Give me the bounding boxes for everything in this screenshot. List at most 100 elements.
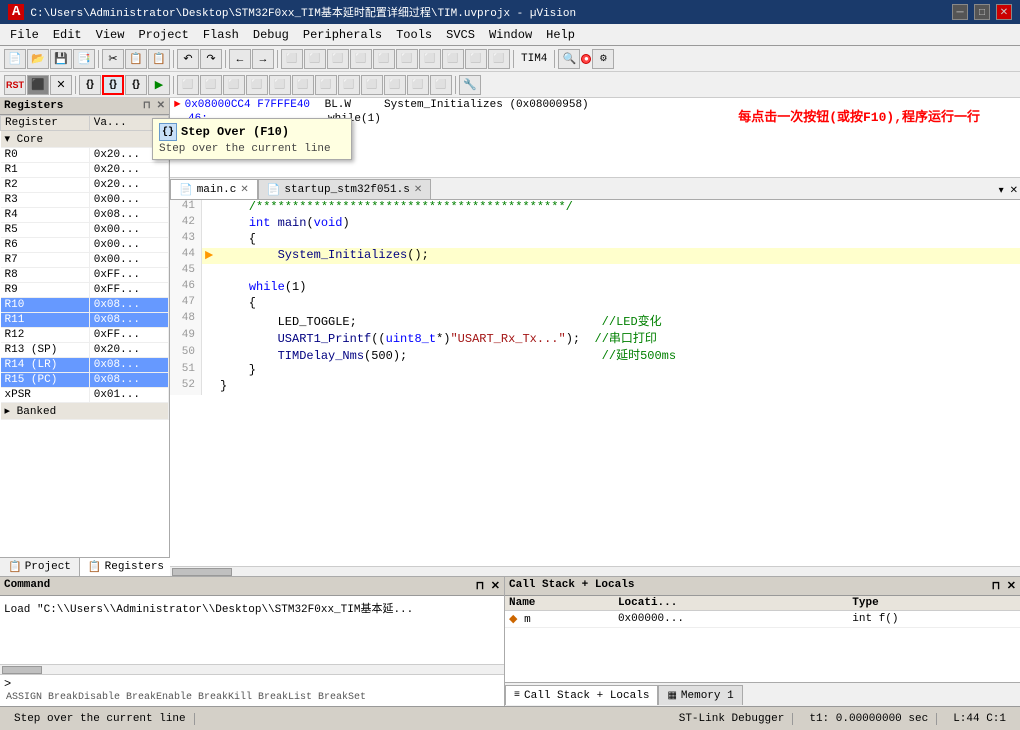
code-line-49: 49 USART1_Printf((uint8_t*)"USART_Rx_Tx.… xyxy=(170,329,1020,346)
reg-value: 0x08... xyxy=(89,358,168,373)
startup-close[interactable]: ✕ xyxy=(414,184,422,196)
reg-value: 0x20... xyxy=(89,343,168,358)
breakpoint-btn8[interactable]: ⬜ xyxy=(442,49,464,69)
reset-btn[interactable]: RST xyxy=(4,75,26,95)
menu-project[interactable]: Project xyxy=(132,26,194,44)
command-load-text: Load "C:\\Users\\Administrator\\Desktop\… xyxy=(4,604,413,616)
cmd-pin-icon[interactable]: ⊓ ✕ xyxy=(476,579,500,593)
show-callstack-btn[interactable]: ⬜ xyxy=(269,75,291,95)
code-line-51: 51 } xyxy=(170,363,1020,379)
cmd-scroll-thumb[interactable] xyxy=(2,666,42,674)
command-panel: Command ⊓ ✕ Load "C:\\Users\\Administrat… xyxy=(0,577,505,706)
open-btn[interactable]: 📂 xyxy=(27,49,49,69)
stop-btn[interactable]: ● xyxy=(581,54,591,64)
reg-row: R110x08... xyxy=(1,313,169,328)
breakpoint-btn4[interactable]: ⬜ xyxy=(350,49,372,69)
show-perf-btn[interactable]: ⬜ xyxy=(407,75,429,95)
tab-callstack-locals[interactable]: ≡ Call Stack + Locals xyxy=(505,685,658,705)
menu-help[interactable]: Help xyxy=(540,26,581,44)
registers-panel: Registers ⊓ ✕ Register Va... ▾ Core xyxy=(0,98,170,576)
show-trace-btn[interactable]: ⬜ xyxy=(315,75,337,95)
registers-tab[interactable]: 📋 Registers xyxy=(80,558,173,576)
main-c-close[interactable]: ✕ xyxy=(240,184,248,196)
stop-debug-btn[interactable]: ⬛ xyxy=(27,75,49,95)
step-into-btn[interactable]: {} xyxy=(79,75,101,95)
new-file-btn[interactable]: 📄 xyxy=(4,49,26,69)
breakpoint-btn1[interactable]: ⬜ xyxy=(281,49,303,69)
copy-btn[interactable]: 📋 xyxy=(125,49,147,69)
bottom-tabs: ≡ Call Stack + Locals ▦ Memory 1 xyxy=(505,682,1020,706)
undo-btn[interactable]: ↶ xyxy=(177,49,199,69)
main-c-icon: 📄 xyxy=(179,183,193,197)
tab-main-c[interactable]: 📄 main.c ✕ xyxy=(170,179,258,199)
memory-tab-label: Memory 1 xyxy=(681,690,734,702)
menu-peripherals[interactable]: Peripherals xyxy=(297,26,388,44)
show-mem-btn[interactable]: ⬜ xyxy=(223,75,245,95)
save-all-btn[interactable]: 📑 xyxy=(73,49,95,69)
nav-forward-btn[interactable]: → xyxy=(252,49,274,69)
breakpoint-btn3[interactable]: ⬜ xyxy=(327,49,349,69)
asm-scrollbar-h[interactable] xyxy=(170,177,1020,178)
core-expand-icon[interactable]: ▾ xyxy=(5,134,11,146)
tab-memory1[interactable]: ▦ Memory 1 xyxy=(658,685,742,705)
nav-back-btn[interactable]: ← xyxy=(229,49,251,69)
reg-row: R100x08... xyxy=(1,298,169,313)
redo-btn[interactable]: ↷ xyxy=(200,49,222,69)
menu-file[interactable]: File xyxy=(4,26,45,44)
show-logic-btn[interactable]: ⬜ xyxy=(384,75,406,95)
panel-pin-icon[interactable]: ⊓ ✕ xyxy=(143,100,165,112)
search-btn[interactable]: 🔍 xyxy=(558,49,580,69)
bottom-area: Command ⊓ ✕ Load "C:\\Users\\Administrat… xyxy=(0,576,1020,706)
show-watch-btn[interactable]: ⬜ xyxy=(246,75,268,95)
command-scroll[interactable]: Load "C:\\Users\\Administrator\\Desktop\… xyxy=(4,598,500,618)
step-over-btn[interactable]: {} xyxy=(102,75,124,95)
maximize-button[interactable]: □ xyxy=(974,4,990,20)
menu-flash[interactable]: Flash xyxy=(197,26,245,44)
code-scrollbar-h[interactable] xyxy=(170,566,1020,576)
show-disasm-btn[interactable]: ⬜ xyxy=(177,75,199,95)
breakpoint-btn2[interactable]: ⬜ xyxy=(304,49,326,69)
code-line-43: 43 { xyxy=(170,232,1020,248)
code-scroll-thumb[interactable] xyxy=(172,568,232,576)
code-line-47: 47 { xyxy=(170,296,1020,312)
menu-edit[interactable]: Edit xyxy=(47,26,88,44)
breakpoint-btn5[interactable]: ⬜ xyxy=(373,49,395,69)
menu-view[interactable]: View xyxy=(90,26,131,44)
menu-svcs[interactable]: SVCS xyxy=(440,26,481,44)
code-editor[interactable]: 41 /************************************… xyxy=(170,200,1020,566)
reg-row: R70x00... xyxy=(1,253,169,268)
show-code-btn[interactable]: ⬜ xyxy=(430,75,452,95)
reg-value: 0xFF... xyxy=(89,328,168,343)
show-uart-btn[interactable]: ⬜ xyxy=(361,75,383,95)
breakpoint-btn7[interactable]: ⬜ xyxy=(419,49,441,69)
project-tab[interactable]: 📋 Project xyxy=(0,558,80,576)
tab-startup[interactable]: 📄 startup_stm32f051.s ✕ xyxy=(258,179,432,199)
paste-btn[interactable]: 📋 xyxy=(148,49,170,69)
reg-name: R13 (SP) xyxy=(1,343,90,358)
cut-btn[interactable]: ✂ xyxy=(102,49,124,69)
kill-btn[interactable]: ✕ xyxy=(50,75,72,95)
minimize-button[interactable]: ─ xyxy=(952,4,968,20)
reg-name: R0 xyxy=(1,148,90,163)
settings-btn[interactable]: ⚙ xyxy=(592,49,614,69)
breakpoint-btn9[interactable]: ⬜ xyxy=(465,49,487,69)
tab-dropdown-btn[interactable]: ▾ ✕ xyxy=(997,183,1020,199)
menu-window[interactable]: Window xyxy=(483,26,538,44)
close-button[interactable]: ✕ xyxy=(996,4,1012,20)
callstack-pin-icon[interactable]: ⊓ ✕ xyxy=(992,579,1016,593)
reg-row: R80xFF... xyxy=(1,268,169,283)
registers-tab-label: Registers xyxy=(105,561,164,573)
menu-tools[interactable]: Tools xyxy=(390,26,438,44)
show-vars-btn[interactable]: ⬜ xyxy=(292,75,314,95)
step-out-btn[interactable]: {} xyxy=(125,75,147,95)
run-btn[interactable]: ▶ xyxy=(148,75,170,95)
cmd-scrollbar-h[interactable] xyxy=(0,664,504,674)
show-reg-btn[interactable]: ⬜ xyxy=(200,75,222,95)
show-sys-btn[interactable]: ⬜ xyxy=(338,75,360,95)
breakpoint-btn6[interactable]: ⬜ xyxy=(396,49,418,69)
breakpoint-btn10[interactable]: ⬜ xyxy=(488,49,510,69)
save-btn[interactable]: 💾 xyxy=(50,49,72,69)
menu-debug[interactable]: Debug xyxy=(247,26,295,44)
reg-row: R50x00... xyxy=(1,223,169,238)
configure-btn[interactable]: 🔧 xyxy=(459,75,481,95)
